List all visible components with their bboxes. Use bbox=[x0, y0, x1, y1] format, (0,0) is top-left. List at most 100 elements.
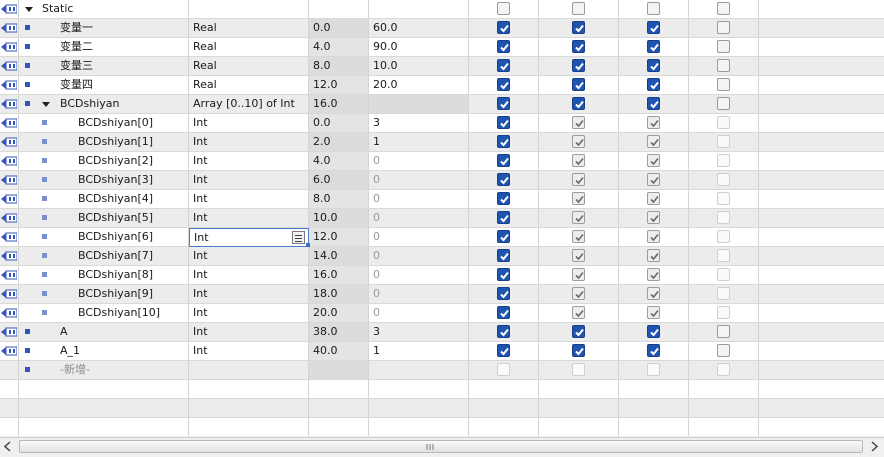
type-cell[interactable]: Int bbox=[189, 285, 309, 303]
writable-from-hmi-checkbox[interactable] bbox=[572, 2, 585, 15]
comment-cell[interactable] bbox=[759, 19, 884, 37]
start-value-cell[interactable]: 90.0 bbox=[369, 38, 469, 56]
visible-in-hmi-checkbox[interactable] bbox=[647, 363, 660, 376]
visible-in-hmi-checkbox[interactable] bbox=[647, 135, 660, 148]
accessible-from-hmi-checkbox[interactable] bbox=[497, 173, 510, 186]
comment-cell[interactable] bbox=[759, 133, 884, 151]
comment-cell[interactable] bbox=[759, 380, 884, 398]
comment-cell[interactable] bbox=[759, 285, 884, 303]
start-value-cell[interactable]: 0 bbox=[369, 247, 469, 265]
accessible-from-hmi-checkbox[interactable] bbox=[497, 287, 510, 300]
visible-in-hmi-checkbox[interactable] bbox=[647, 40, 660, 53]
writable-from-hmi-checkbox[interactable] bbox=[572, 363, 585, 376]
table-row[interactable]: BCDshiyan[6] 12.0 0 Int bbox=[0, 228, 884, 247]
visible-in-hmi-checkbox[interactable] bbox=[647, 287, 660, 300]
name-cell[interactable]: -新增- bbox=[19, 361, 189, 379]
type-cell[interactable]: Real bbox=[189, 76, 309, 94]
table-row[interactable]: BCDshiyan[7] Int 14.0 0 bbox=[0, 247, 884, 266]
writable-from-hmi-checkbox[interactable] bbox=[572, 135, 585, 148]
horizontal-scrollbar[interactable] bbox=[0, 437, 884, 455]
setpoint-checkbox[interactable] bbox=[717, 154, 730, 167]
name-cell[interactable]: 变量二 bbox=[19, 38, 189, 56]
comment-cell[interactable] bbox=[759, 76, 884, 94]
start-value-cell[interactable]: 0 bbox=[369, 190, 469, 208]
name-cell[interactable] bbox=[19, 418, 189, 436]
table-row[interactable]: Static bbox=[0, 0, 884, 19]
comment-cell[interactable] bbox=[759, 0, 884, 18]
type-cell[interactable]: Real bbox=[189, 57, 309, 75]
comment-cell[interactable] bbox=[759, 342, 884, 360]
name-cell[interactable]: A_1 bbox=[19, 342, 189, 360]
type-cell[interactable]: Real bbox=[189, 38, 309, 56]
accessible-from-hmi-checkbox[interactable] bbox=[497, 249, 510, 262]
type-cell[interactable] bbox=[189, 399, 309, 417]
table-row[interactable]: A Int 38.0 3 bbox=[0, 323, 884, 342]
name-cell[interactable]: A bbox=[19, 323, 189, 341]
type-cell[interactable]: Int bbox=[189, 133, 309, 151]
start-value-cell[interactable]: 60.0 bbox=[369, 19, 469, 37]
table-row[interactable]: BCDshiyan[1] Int 2.0 1 bbox=[0, 133, 884, 152]
writable-from-hmi-checkbox[interactable] bbox=[572, 287, 585, 300]
table-row[interactable]: BCDshiyan[10] Int 20.0 0 bbox=[0, 304, 884, 323]
accessible-from-hmi-checkbox[interactable] bbox=[497, 59, 510, 72]
setpoint-checkbox[interactable] bbox=[717, 78, 730, 91]
name-cell[interactable]: Static bbox=[19, 0, 189, 18]
name-cell[interactable] bbox=[19, 399, 189, 417]
table-row[interactable]: 变量一 Real 0.0 60.0 bbox=[0, 19, 884, 38]
type-cell[interactable]: Int bbox=[189, 152, 309, 170]
comment-cell[interactable] bbox=[759, 95, 884, 113]
name-cell[interactable]: BCDshiyan[8] bbox=[19, 266, 189, 284]
accessible-from-hmi-checkbox[interactable] bbox=[497, 40, 510, 53]
type-edit-field[interactable]: Int bbox=[189, 228, 309, 247]
table-row[interactable]: BCDshiyan[9] Int 18.0 0 bbox=[0, 285, 884, 304]
comment-cell[interactable] bbox=[759, 228, 884, 246]
type-cell[interactable]: Real bbox=[189, 19, 309, 37]
name-cell[interactable] bbox=[19, 380, 189, 398]
writable-from-hmi-checkbox[interactable] bbox=[572, 59, 585, 72]
accessible-from-hmi-checkbox[interactable] bbox=[497, 154, 510, 167]
setpoint-checkbox[interactable] bbox=[717, 97, 730, 110]
writable-from-hmi-checkbox[interactable] bbox=[572, 97, 585, 110]
start-value-cell[interactable]: 0 bbox=[369, 209, 469, 227]
start-value-cell[interactable]: 10.0 bbox=[369, 57, 469, 75]
comment-cell[interactable] bbox=[759, 171, 884, 189]
writable-from-hmi-checkbox[interactable] bbox=[572, 21, 585, 34]
table-row[interactable]: 变量三 Real 8.0 10.0 bbox=[0, 57, 884, 76]
writable-from-hmi-checkbox[interactable] bbox=[572, 268, 585, 281]
accessible-from-hmi-checkbox[interactable] bbox=[497, 211, 510, 224]
start-value-cell[interactable] bbox=[369, 399, 469, 417]
type-cell[interactable]: Int bbox=[189, 304, 309, 322]
table-row[interactable]: BCDshiyan[3] Int 6.0 0 bbox=[0, 171, 884, 190]
start-value-cell[interactable] bbox=[369, 418, 469, 436]
comment-cell[interactable] bbox=[759, 38, 884, 56]
comment-cell[interactable] bbox=[759, 209, 884, 227]
start-value-cell[interactable] bbox=[369, 361, 469, 379]
accessible-from-hmi-checkbox[interactable] bbox=[497, 363, 510, 376]
setpoint-checkbox[interactable] bbox=[717, 230, 730, 243]
comment-cell[interactable] bbox=[759, 114, 884, 132]
setpoint-checkbox[interactable] bbox=[717, 2, 730, 15]
visible-in-hmi-checkbox[interactable] bbox=[647, 306, 660, 319]
start-value-cell[interactable] bbox=[369, 0, 469, 18]
table-row[interactable]: 变量二 Real 4.0 90.0 bbox=[0, 38, 884, 57]
accessible-from-hmi-checkbox[interactable] bbox=[497, 116, 510, 129]
accessible-from-hmi-checkbox[interactable] bbox=[497, 344, 510, 357]
type-cell[interactable] bbox=[189, 418, 309, 436]
accessible-from-hmi-checkbox[interactable] bbox=[497, 192, 510, 205]
type-cell[interactable]: Int bbox=[189, 323, 309, 341]
table-row[interactable] bbox=[0, 380, 884, 399]
setpoint-checkbox[interactable] bbox=[717, 40, 730, 53]
start-value-cell[interactable]: 3 bbox=[369, 323, 469, 341]
start-value-cell[interactable]: 0 bbox=[369, 228, 469, 246]
writable-from-hmi-checkbox[interactable] bbox=[572, 344, 585, 357]
table-row[interactable] bbox=[0, 399, 884, 418]
visible-in-hmi-checkbox[interactable] bbox=[647, 116, 660, 129]
writable-from-hmi-checkbox[interactable] bbox=[572, 306, 585, 319]
name-cell[interactable]: 变量三 bbox=[19, 57, 189, 75]
start-value-cell[interactable]: 0 bbox=[369, 171, 469, 189]
comment-cell[interactable] bbox=[759, 399, 884, 417]
name-cell[interactable]: BCDshiyan[9] bbox=[19, 285, 189, 303]
name-cell[interactable]: BCDshiyan[2] bbox=[19, 152, 189, 170]
name-cell[interactable]: BCDshiyan[3] bbox=[19, 171, 189, 189]
scrollbar-thumb[interactable] bbox=[19, 440, 863, 453]
